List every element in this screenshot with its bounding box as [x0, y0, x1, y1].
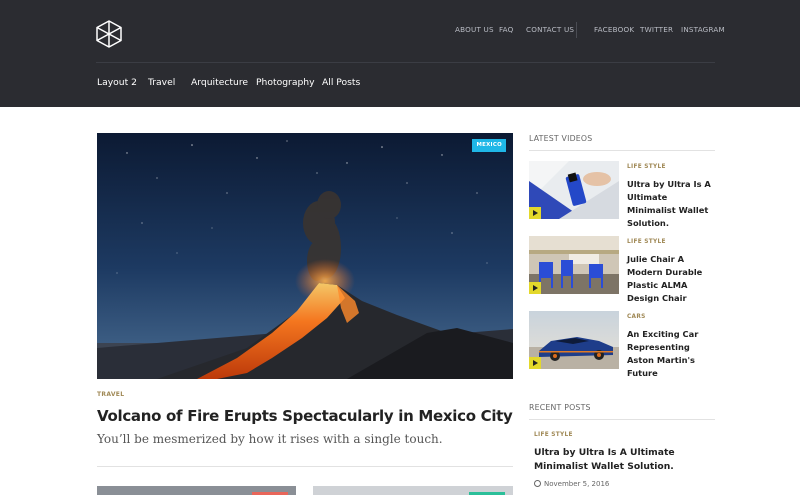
- hero-subtitle: You’ll be mesmerized by how it rises wit…: [97, 432, 443, 446]
- video-3-category[interactable]: CARS: [627, 314, 646, 320]
- volcano-photo: [97, 133, 513, 379]
- video-thumb-3[interactable]: [529, 311, 619, 369]
- play-icon[interactable]: [529, 207, 541, 219]
- top-links-divider: [576, 22, 577, 38]
- hero-divider: [97, 466, 513, 467]
- recent-posts-divider: [529, 419, 715, 420]
- play-icon[interactable]: [529, 282, 541, 294]
- clock-icon: [534, 480, 541, 487]
- video-thumb-1[interactable]: [529, 161, 619, 219]
- social-link-instagram[interactable]: INSTAGRAM: [681, 25, 725, 34]
- nav-item-travel[interactable]: Travel: [148, 77, 175, 88]
- video-2-category[interactable]: LIFE STYLE: [627, 239, 666, 245]
- header-divider: [96, 62, 715, 63]
- hero-image[interactable]: MEXICO: [97, 133, 513, 379]
- car-photo: [529, 311, 619, 369]
- hero-title[interactable]: Volcano of Fire Erupts Spectacularly in …: [97, 407, 513, 425]
- social-link-twitter[interactable]: TWITTER: [640, 25, 673, 34]
- video-1-category[interactable]: LIFE STYLE: [627, 164, 666, 170]
- hero-category[interactable]: TRAVEL: [97, 391, 124, 398]
- recent-post-category[interactable]: LIFE STYLE: [534, 432, 573, 438]
- latest-videos-heading: LATEST VIDEOS: [529, 134, 593, 143]
- social-link-facebook[interactable]: FACEBOOK: [594, 25, 634, 34]
- video-item-2[interactable]: LIFE STYLE Julie Chair A Modern Durable …: [529, 236, 715, 303]
- recent-post-title[interactable]: Ultra by Ultra Is A Ultimate Minimalist …: [534, 446, 714, 474]
- post-thumb-1[interactable]: [97, 486, 296, 495]
- recent-post-date-text: November 5, 2016: [544, 480, 610, 488]
- video-1-title[interactable]: Ultra by Ultra Is A Ultimate Minimalist …: [627, 178, 717, 230]
- hero-tag[interactable]: MEXICO: [472, 139, 506, 152]
- latest-videos-divider: [529, 150, 715, 151]
- top-link-contact[interactable]: CONTACT US: [526, 25, 574, 34]
- top-link-faq[interactable]: FAQ: [499, 25, 514, 34]
- nav-item-photography[interactable]: Photography: [256, 77, 315, 88]
- wallet-photo: [529, 161, 619, 219]
- play-icon[interactable]: [529, 357, 541, 369]
- nav-item-all-posts[interactable]: All Posts: [322, 77, 360, 88]
- post-thumb-2[interactable]: [313, 486, 513, 495]
- recent-posts-heading: RECENT POSTS: [529, 403, 591, 412]
- nav-item-arquitecture[interactable]: Arquitecture: [191, 77, 248, 88]
- video-thumb-2[interactable]: [529, 236, 619, 294]
- video-3-title[interactable]: An Exciting Car Representing Aston Marti…: [627, 328, 717, 380]
- video-item-1[interactable]: LIFE STYLE Ultra by Ultra Is A Ultimate …: [529, 161, 715, 228]
- recent-post-date: November 5, 2016: [534, 480, 609, 488]
- logo-cube-icon[interactable]: [96, 20, 122, 48]
- video-2-title[interactable]: Julie Chair A Modern Durable Plastic ALM…: [627, 253, 717, 305]
- top-link-about[interactable]: ABOUT US: [455, 25, 494, 34]
- site-header: ABOUT US FAQ CONTACT US FACEBOOK TWITTER…: [0, 0, 800, 107]
- nav-item-layout2[interactable]: Layout 2: [97, 77, 137, 88]
- chair-photo: [529, 236, 619, 294]
- video-item-3[interactable]: CARS An Exciting Car Representing Aston …: [529, 311, 715, 378]
